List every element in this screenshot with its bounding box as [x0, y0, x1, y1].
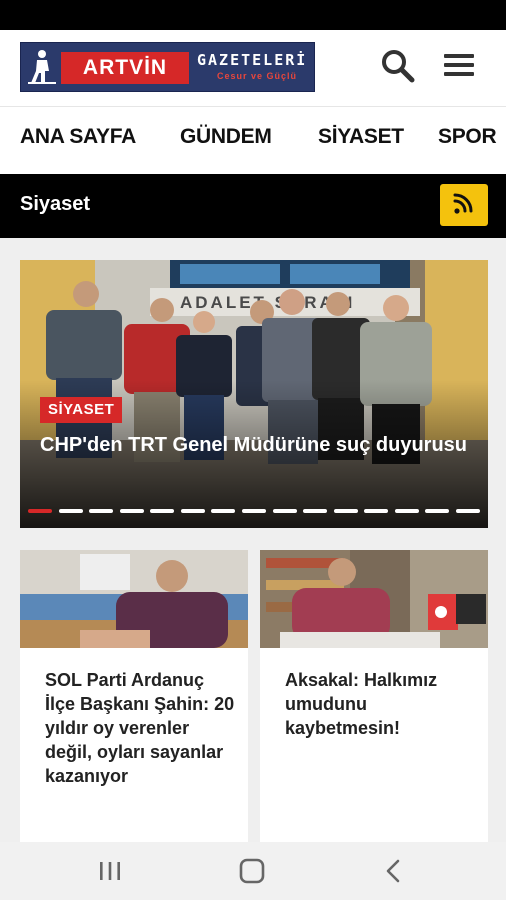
- recent-apps-icon: [100, 862, 120, 880]
- slider-dot[interactable]: [455, 509, 480, 513]
- news-card[interactable]: SOL Parti Ardanuç İlçe Başkanı Şahin: 20…: [20, 550, 248, 850]
- slide-headline[interactable]: CHP'den TRT Genel Müdürüne suç duyurusu: [40, 432, 470, 458]
- news-card-photo: [260, 550, 488, 648]
- slider-dot-active[interactable]: [28, 509, 52, 513]
- back-icon: [386, 859, 400, 883]
- rss-icon: [453, 193, 473, 214]
- home-button[interactable]: [232, 854, 272, 888]
- news-card-title[interactable]: Aksakal: Halkımız umudunu kaybetmesin!: [285, 668, 475, 740]
- back-button[interactable]: [374, 854, 414, 888]
- slider-pagination: [28, 509, 480, 513]
- system-navigation-bar: [0, 842, 506, 900]
- section-title: Siyaset: [20, 193, 91, 215]
- featured-slider[interactable]: ADALET SARAYI SİYASET CHP'den TRT Genel …: [20, 260, 488, 528]
- category-badge[interactable]: SİYASET: [40, 397, 123, 423]
- site-logo[interactable]: ARTVİN GAZETELERİ Cesur ve Güçlü: [20, 42, 315, 92]
- slider-dot[interactable]: [150, 509, 175, 513]
- nav-item-gundem[interactable]: GÜNDEM: [180, 125, 272, 149]
- news-card-photo: [20, 550, 248, 648]
- slider-dot[interactable]: [333, 509, 358, 513]
- news-card-title[interactable]: SOL Parti Ardanuç İlçe Başkanı Şahin: 20…: [45, 668, 235, 788]
- news-card[interactable]: Aksakal: Halkımız umudunu kaybetmesin!: [260, 550, 488, 850]
- logo-tagline: Cesur ve Güçlü: [217, 71, 298, 81]
- logo-figure-icon: [28, 50, 56, 84]
- slider-dot[interactable]: [272, 509, 297, 513]
- site-header: ARTVİN GAZETELERİ Cesur ve Güçlü: [0, 30, 506, 106]
- slider-dot[interactable]: [211, 509, 236, 513]
- nav-item-ana-sayfa[interactable]: ANA SAYFA: [20, 125, 136, 149]
- search-icon: [382, 50, 415, 83]
- recent-apps-button[interactable]: [90, 854, 130, 888]
- slider-dot[interactable]: [180, 509, 205, 513]
- category-nav: ANA SAYFA GÜNDEM SİYASET SPOR: [0, 106, 506, 174]
- logo-brand: ARTVİN: [61, 52, 189, 84]
- status-bar: [0, 0, 506, 30]
- rss-button[interactable]: [440, 184, 488, 226]
- slider-dot[interactable]: [241, 509, 266, 513]
- home-icon: [239, 858, 265, 884]
- slider-dot[interactable]: [303, 509, 328, 513]
- slider-dot[interactable]: [89, 509, 114, 513]
- slider-dot[interactable]: [425, 509, 450, 513]
- search-button[interactable]: [378, 46, 418, 86]
- nav-item-spor[interactable]: SPOR: [438, 125, 497, 149]
- menu-button[interactable]: [440, 48, 480, 88]
- hamburger-menu-icon: [444, 54, 474, 76]
- slider-dot[interactable]: [364, 509, 389, 513]
- section-header: Siyaset: [0, 174, 506, 238]
- slider-dot[interactable]: [119, 509, 144, 513]
- logo-name: GAZETELERİ: [197, 51, 308, 69]
- nav-item-siyaset[interactable]: SİYASET: [318, 125, 404, 149]
- slider-dot[interactable]: [394, 509, 419, 513]
- slider-dot[interactable]: [58, 509, 83, 513]
